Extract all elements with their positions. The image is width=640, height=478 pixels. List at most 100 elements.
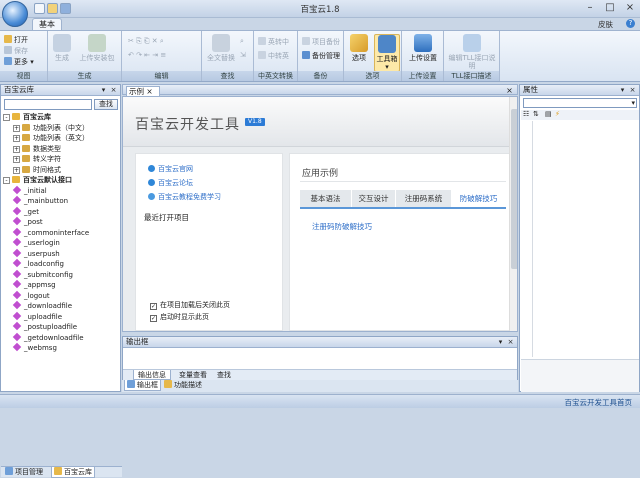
tab-find[interactable]: 查找 [213, 370, 235, 380]
close-icon[interactable]: × [628, 86, 637, 95]
tab-basic[interactable]: 基本 [32, 18, 62, 30]
tab-function-description[interactable]: 功能描述 [162, 380, 204, 391]
expand-icon[interactable]: + [13, 135, 20, 142]
save-button[interactable]: 保存 [4, 46, 28, 56]
to-cn-button[interactable]: 中转英 [258, 51, 289, 61]
tree-item[interactable]: _post [12, 216, 43, 226]
upload-package-button[interactable]: 上传安装包 [74, 34, 120, 62]
tree-item[interactable]: _commoninterface [12, 227, 90, 237]
tab-variables[interactable]: 变量查看 [175, 370, 211, 380]
sample-link[interactable]: 注册码防破解技巧 [312, 221, 372, 232]
tab-library[interactable]: 百宝云库 [51, 467, 95, 478]
upload-package-icon [88, 34, 106, 52]
minimize-icon[interactable]: – [580, 1, 600, 15]
close-icon[interactable]: × [620, 1, 640, 15]
open-button[interactable]: 打开 [4, 35, 28, 45]
tree-item[interactable]: _downloadfile [12, 300, 72, 310]
to-en-button[interactable]: 英转中 [258, 37, 289, 47]
close-tab-icon[interactable]: × [146, 87, 152, 96]
tree-item[interactable]: _getdownloadfile [12, 332, 84, 342]
maximize-icon[interactable]: □ [600, 1, 620, 15]
tree-item[interactable]: + 数据类型 [13, 144, 61, 153]
tree-item[interactable]: _userlogin [12, 237, 60, 247]
backup-manage-button[interactable]: 备份管理 [302, 51, 340, 61]
samples-card: 应用示例 基本语法 交互设计 注册码系统 防破解技巧 注册码防破解技巧 [289, 153, 511, 331]
tree-item[interactable]: - 百宝云库 [3, 113, 51, 121]
link-forum[interactable]: 百宝云论坛 [148, 178, 193, 188]
tree-item[interactable]: _uploadfile [12, 311, 62, 321]
tree-item[interactable]: + 功能列表（中文） [13, 123, 89, 132]
tree-item[interactable]: + 功能列表（英文） [13, 134, 89, 142]
tree-item-label: _commoninterface [24, 228, 90, 237]
tree-item[interactable]: _appmsg [12, 279, 56, 289]
tab-output-box[interactable]: 输出框 [124, 380, 161, 391]
object-select[interactable]: ▾ [523, 98, 637, 108]
close-icon[interactable]: × [109, 86, 118, 95]
search-button[interactable]: 查找 [94, 99, 118, 110]
expand-icon[interactable]: + [13, 166, 20, 174]
build-button[interactable]: 生成 [50, 34, 74, 62]
link-official-site[interactable]: 百宝云官网 [148, 164, 193, 174]
project-backup-button[interactable]: 项目备份 [302, 37, 340, 47]
events-icon[interactable]: ⚡ [555, 110, 560, 119]
expand-icon[interactable]: + [13, 145, 20, 153]
new-file-icon[interactable] [34, 3, 45, 14]
open-folder-icon[interactable] [47, 3, 58, 14]
full-replace-button[interactable]: 全文替换 [204, 34, 238, 62]
close-document-icon[interactable]: × [505, 86, 514, 95]
help-icon[interactable]: ? [626, 19, 635, 28]
categorized-icon[interactable]: ☷ [523, 110, 529, 119]
vertical-scrollbar[interactable] [509, 97, 517, 331]
edit-tll-button[interactable]: 编辑TLL接口说明 [446, 34, 498, 70]
tree-item[interactable]: _initial [12, 185, 47, 195]
method-icon [12, 195, 22, 205]
tab-example[interactable]: 示例 × [126, 86, 160, 96]
edit-tools-row-1[interactable]: ✂ ⎘ ⎗ ✕ ⌕ [128, 37, 164, 46]
more-button[interactable]: 更多 ▾ [4, 57, 34, 67]
tree-item[interactable]: _mainbutton [12, 195, 68, 205]
tree-item[interactable]: _userpush [12, 248, 60, 258]
scrollbar-thumb[interactable] [511, 109, 517, 269]
edit-tools-row-2[interactable]: ↶ ↷ ⇤ ⇥ ≡ [128, 51, 166, 60]
tree-item[interactable]: _submitconfig [12, 269, 73, 279]
property-grid[interactable] [521, 121, 639, 357]
collapse-icon[interactable]: - [3, 177, 10, 184]
toolbox-button[interactable]: 工具箱 ▾ [374, 34, 400, 72]
tree-item[interactable]: - 百宝云默认接口 [3, 176, 72, 184]
cloud-icon [148, 179, 155, 186]
expand-icon[interactable]: + [13, 124, 20, 132]
tab-basic-syntax[interactable]: 基本语法 [300, 190, 352, 208]
pin-icon[interactable]: ▾ [99, 86, 108, 95]
tree-item[interactable]: _webmsg [12, 342, 57, 352]
tree-item[interactable]: + 转义字符 [13, 155, 61, 163]
tree-item[interactable]: _get [12, 206, 39, 216]
find-small-icon[interactable]: ⌕ [240, 37, 244, 46]
goto-small-icon[interactable]: ⇲ [240, 51, 246, 60]
tab-interaction-design[interactable]: 交互设计 [352, 190, 396, 208]
sort-az-icon[interactable]: ⇅ [533, 110, 539, 119]
library-search-input[interactable] [4, 99, 92, 110]
skin-menu[interactable]: 皮肤 [598, 19, 613, 30]
tree-item[interactable]: _logout [12, 290, 50, 300]
tab-anti-crack[interactable]: 防破解技巧 [452, 190, 506, 208]
pin-icon[interactable]: ▾ [496, 338, 505, 347]
app-menu-button[interactable] [2, 1, 28, 27]
tree-item[interactable]: _postuploadfile [12, 321, 77, 331]
method-icon [12, 300, 22, 310]
tree-item[interactable]: _loadconfig [12, 258, 64, 268]
expand-icon[interactable]: + [13, 156, 20, 163]
options-button[interactable]: 选项 [347, 34, 371, 62]
tab-project-management[interactable]: 项目管理 [3, 467, 45, 478]
link-tutorial[interactable]: 百宝云教程免费学习 [148, 192, 221, 202]
upload-settings-button[interactable]: 上传设置 [405, 34, 441, 62]
properties-icon[interactable]: ▤ [545, 110, 552, 119]
save-icon[interactable] [60, 3, 71, 14]
close-icon[interactable]: × [506, 338, 515, 347]
pin-icon[interactable]: ▾ [618, 86, 627, 95]
collapse-icon[interactable]: - [3, 114, 10, 121]
show-on-startup-checkbox[interactable]: ✓ 启动时显示此页 [150, 312, 209, 322]
tab-registration-system[interactable]: 注册码系统 [396, 190, 452, 208]
close-after-load-checkbox[interactable]: ✓ 在项目加载后关闭此页 [150, 300, 230, 310]
tree-item[interactable]: + 时间格式 [13, 165, 61, 174]
tab-output-info[interactable]: 输出信息 [133, 370, 171, 380]
